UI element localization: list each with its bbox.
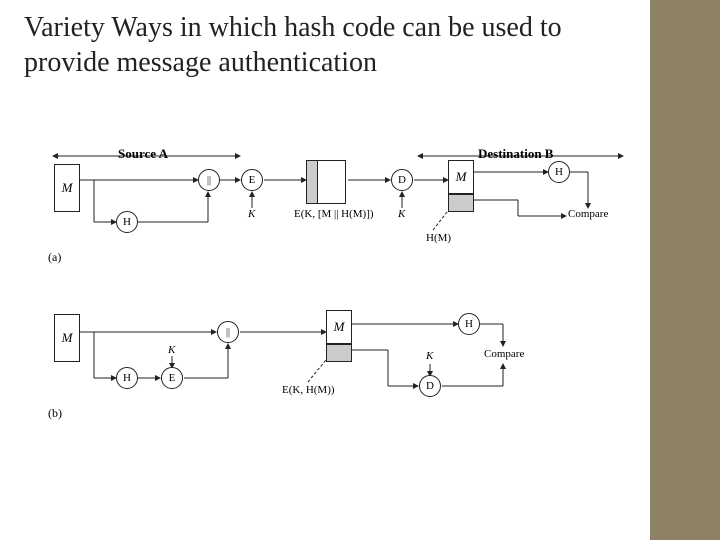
slide-sidebar: [650, 0, 720, 540]
label-source-a: Source A: [118, 146, 168, 162]
circ-h-src-a: H: [116, 211, 138, 233]
label-dest-a: Destination B: [478, 146, 553, 162]
slide-title: Variety Ways in which hash code can be u…: [24, 10, 644, 80]
label-cipher-b: E(K, H(M)): [282, 384, 335, 396]
circ-h-dest-a: H: [548, 161, 570, 183]
circ-h-src-b: H: [116, 367, 138, 389]
label-hm-a: H(M): [426, 232, 451, 244]
label-k-e-a: K: [248, 208, 255, 220]
box-cipher-strip-b: [326, 344, 352, 362]
box-cipher-strip-a: [306, 160, 318, 204]
circ-concat-b: ||: [217, 321, 239, 343]
box-m-src-a: M: [54, 164, 80, 212]
box-m-dest-a: M: [448, 160, 474, 194]
circ-e-a: E: [241, 169, 263, 191]
box-hm-strip-a: [448, 194, 474, 212]
label-k-e-b: K: [168, 344, 175, 356]
label-part-a: (a): [48, 250, 61, 265]
label-k-d-a: K: [398, 208, 405, 220]
label-cipher-a: E(K, [M || H(M)]): [294, 208, 374, 220]
label-k-d-b: K: [426, 350, 433, 362]
box-m-dest-b: M: [326, 310, 352, 344]
circ-e-b: E: [161, 367, 183, 389]
circ-d-b: D: [419, 375, 441, 397]
circ-d-a: D: [391, 169, 413, 191]
label-compare-b: Compare: [484, 348, 524, 360]
box-m-src-b: M: [54, 314, 80, 362]
circ-h-dest-b: H: [458, 313, 480, 335]
label-part-b: (b): [48, 406, 62, 421]
label-compare-a: Compare: [568, 208, 608, 220]
diagram-container: Source A Destination B M H || E K E(K, […: [48, 150, 628, 480]
circ-concat-a: ||: [198, 169, 220, 191]
